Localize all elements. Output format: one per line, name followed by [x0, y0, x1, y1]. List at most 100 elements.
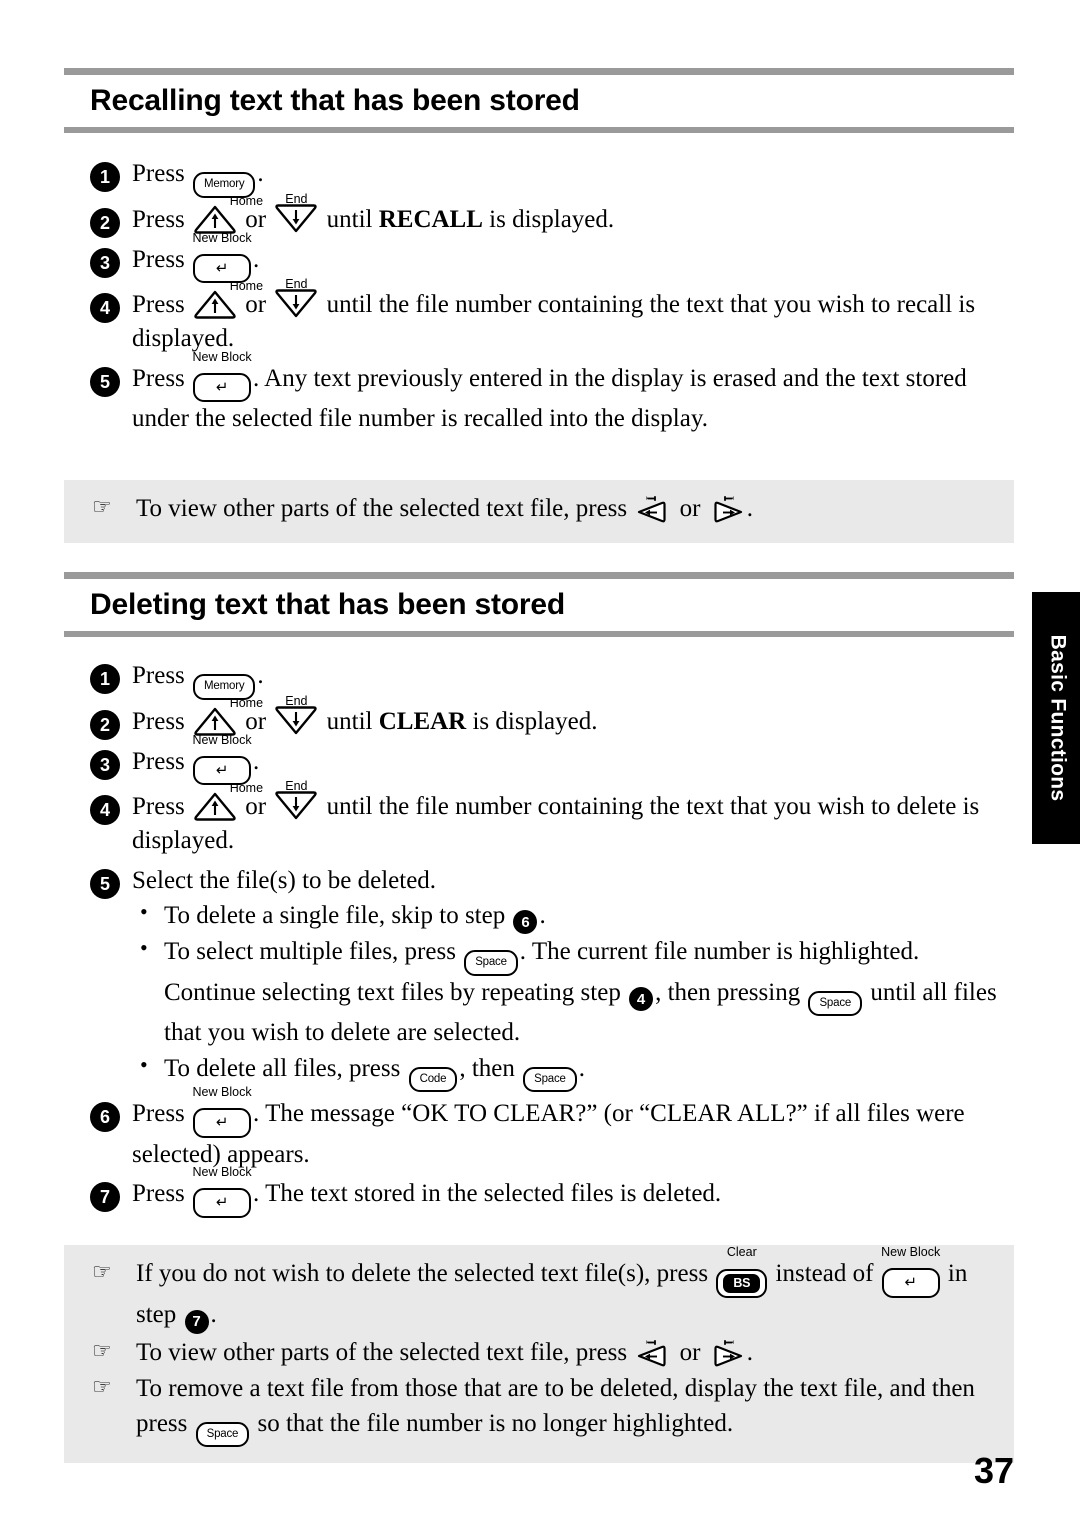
step-text: Press Home or End until CLEAR is display…: [132, 693, 1015, 739]
down-arrow-end-key-icon[interactable]: End: [274, 694, 318, 736]
new-block-key-label: New Block: [192, 230, 252, 245]
step-text: Press ↵ New Block. Any text previously en…: [132, 349, 1015, 437]
emphasis-text: CLEAR: [378, 707, 467, 735]
heading-rule-bottom-2: [64, 631, 1014, 637]
step-paragraph: Press ↵ New Block. Any text previously en…: [132, 349, 967, 432]
clear-key-label: Clear: [726, 1245, 757, 1259]
note-text: To view other parts of the selected text…: [136, 1336, 753, 1368]
step-number-badge: 3: [90, 749, 120, 780]
step-paragraph: Press Memory.: [132, 157, 1015, 198]
enter-glyph: ↵: [193, 1108, 252, 1138]
step-item: 1 Press Memory.: [90, 155, 1015, 198]
note-item: ☞ To view other parts of the selected tex…: [82, 492, 996, 527]
memory-key-icon[interactable]: Memory: [193, 665, 256, 700]
step-number-badge: 5: [90, 366, 120, 397]
step-item: 6 Press ↵ New Block. The message “OK TO CL…: [90, 1085, 1015, 1172]
step-paragraph: Select the file(s) to be deleted.: [132, 866, 437, 894]
enter-glyph: ↵: [193, 372, 252, 402]
section-heading-recalling: Recalling text that has been stored: [64, 68, 1014, 133]
new-block-key-icon[interactable]: ↵ New Block: [193, 1086, 252, 1138]
pointing-hand-icon: ☞: [92, 494, 112, 519]
step-text: Press Memory.: [132, 657, 1015, 700]
step-number-badge: 6: [90, 1102, 120, 1133]
up-arrow-home-key-icon[interactable]: Home: [193, 696, 263, 736]
step-paragraph: Press Memory.: [132, 659, 1015, 700]
home-key-label: Home: [229, 193, 264, 208]
step-item: 4 Press Home or End until the file number…: [90, 780, 1015, 859]
new-block-key-label: New Block: [192, 1165, 252, 1179]
step-item: 1 Press Memory.: [90, 657, 1015, 700]
up-arrow-home-key-icon[interactable]: Home: [193, 280, 263, 319]
step-number-badge: 5: [90, 868, 120, 899]
side-tab-label: Basic Functions: [1046, 634, 1070, 802]
new-block-key-icon[interactable]: ↵ New Block: [881, 1246, 940, 1298]
down-arrow-end-key-icon[interactable]: End: [274, 278, 318, 319]
space-key-icon[interactable]: Space: [523, 1058, 577, 1093]
step-item: 7 Press ↵ New Block. The text stored in th…: [90, 1166, 1015, 1218]
space-key-icon[interactable]: Space: [464, 941, 518, 976]
up-arrow-home-key-icon[interactable]: Home: [193, 782, 263, 821]
space-key-icon[interactable]: Space: [808, 982, 863, 1017]
steps-list-recalling: 1 Press Memory. 2 Press Home or End until R…: [90, 155, 1015, 439]
heading-rule-bottom: [64, 127, 1014, 133]
step-item: 3 Press ↵ New Block.: [90, 733, 1015, 785]
end-key-label: End: [285, 191, 308, 206]
step-item: 5 Select the file(s) to be deleted. To del…: [90, 862, 1015, 1093]
step-number-badge: 7: [184, 1309, 209, 1334]
new-block-key-icon[interactable]: ↵ New Block: [193, 350, 252, 402]
new-block-key-icon[interactable]: ↵ New Block: [193, 231, 252, 283]
step-text: Press ↵ New Block.: [132, 231, 1015, 283]
code-key-icon-cap: Code: [408, 1066, 458, 1093]
step-paragraph: Press Home or End until the file number …: [132, 277, 976, 353]
code-key-icon[interactable]: Code: [408, 1058, 458, 1093]
home-key-label: Home: [229, 279, 264, 293]
down-triangle-shape: [275, 705, 318, 734]
note-box-recalling: ☞ To view other parts of the selected tex…: [64, 480, 1014, 543]
left-arrow-shape: [638, 496, 666, 523]
note-item: ☞ If you do not wish to delete the select…: [82, 1246, 996, 1334]
space-key-icon-cap: Space: [523, 1066, 577, 1093]
memory-key-icon[interactable]: Memory: [193, 163, 256, 198]
step-item: 4 Press Home or End until the file number…: [90, 277, 1015, 357]
left-arrow-key-icon[interactable]: [635, 492, 671, 524]
step-bullet-list: To delete a single file, skip to step 6.…: [132, 897, 1015, 1093]
step-paragraph: Press ↵ New Block. The message “OK TO CLE…: [132, 1085, 965, 1168]
emphasis-text: RECALL: [378, 205, 483, 233]
down-arrow-end-key-icon[interactable]: End: [274, 192, 318, 234]
step-number-badge: 7: [90, 1182, 120, 1212]
down-triangle-shape: [275, 791, 318, 820]
down-arrow-end-key-icon[interactable]: End: [274, 780, 318, 821]
up-triangle-shape: [194, 707, 236, 736]
step-item: 3 Press ↵ New Block.: [90, 231, 1015, 283]
note-box-deleting: ☞ If you do not wish to delete the select…: [64, 1245, 1014, 1464]
left-arrow-shape: [638, 1339, 666, 1367]
pointing-hand-icon: ☞: [92, 1374, 112, 1400]
step-text: Press ↵ New Block. The message “OK TO CLE…: [132, 1085, 1015, 1172]
bs-clear-key-icon[interactable]: BS Clear: [716, 1246, 768, 1299]
new-block-key-icon[interactable]: ↵ New Block: [193, 733, 252, 785]
enter-glyph: ↵: [881, 1268, 940, 1298]
new-block-key-icon[interactable]: ↵ New Block: [193, 1166, 252, 1218]
note-text: To remove a text file from those that ar…: [136, 1375, 975, 1448]
manual-page: Recalling text that has been stored 1 Pre…: [0, 0, 1080, 1534]
right-arrow-key-icon[interactable]: [709, 492, 745, 524]
new-block-key-label: New Block: [192, 732, 252, 747]
left-arrow-key-icon[interactable]: [635, 1336, 671, 1368]
step-paragraph: Press Home or End until CLEAR is display…: [132, 693, 598, 736]
pointing-hand-icon: ☞: [92, 1337, 112, 1363]
space-key-icon-cap: Space: [808, 990, 863, 1017]
new-block-key-label: New Block: [192, 1085, 252, 1100]
heading-rule-top-2: [64, 572, 1014, 579]
new-block-key-label: New Block: [881, 1245, 941, 1259]
section-heading-deleting: Deleting text that has been stored: [64, 572, 1014, 637]
space-key-icon[interactable]: Space: [195, 1413, 250, 1448]
step-item: 5 Press ↵ New Block. Any text previously e…: [90, 349, 1015, 437]
page-number: 37: [973, 1450, 1014, 1491]
note-item: ☞ To remove a text file from those that a…: [82, 1372, 996, 1448]
end-key-label: End: [285, 693, 308, 708]
end-key-label: End: [285, 277, 308, 291]
bullet-item: To delete all files, press Code, then Sp…: [132, 1050, 1015, 1093]
up-arrow-home-key-icon[interactable]: Home: [193, 194, 263, 234]
step-number-badge: 2: [90, 207, 120, 238]
right-arrow-key-icon[interactable]: [709, 1336, 745, 1368]
